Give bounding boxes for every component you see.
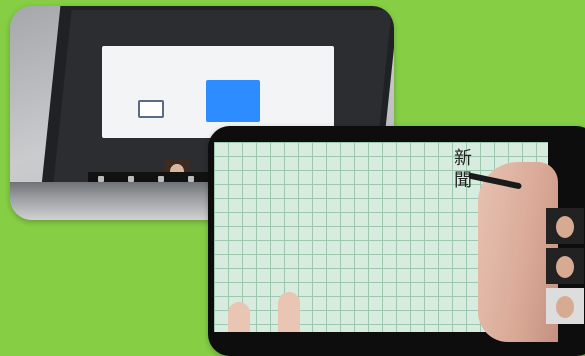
selected-share-option [206,80,260,122]
resting-fingers [222,292,332,332]
notebook-photo: 新聞 [208,126,585,356]
participant-thumbnail [546,248,584,284]
participant-thumbnail [546,288,584,324]
screen-option-icon [138,100,164,118]
participant-thumbnails [546,198,585,328]
handwritten-kanji: 新聞 [454,148,472,191]
participant-thumbnail [546,208,584,244]
